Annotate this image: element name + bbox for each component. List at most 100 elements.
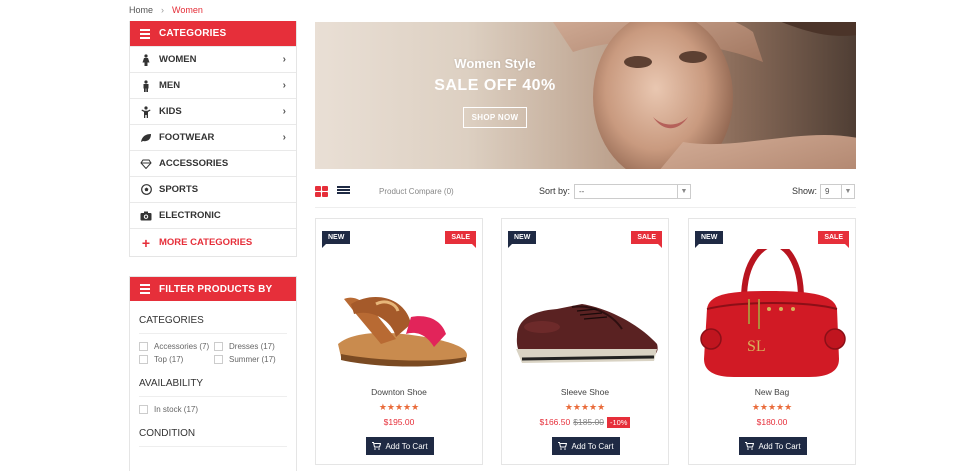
show-select[interactable]: 9 ▼ (820, 184, 855, 199)
category-electronic[interactable]: ELECTRONIC (130, 202, 296, 228)
add-to-cart-button[interactable]: Add To Cart (739, 437, 807, 455)
product-price: $195.00 (316, 417, 482, 427)
checkbox-label: Top (17) (154, 355, 184, 364)
menu-icon (140, 282, 150, 296)
banner-title: SALE OFF 40% (434, 77, 556, 94)
checkbox[interactable] (214, 342, 223, 351)
chevron-down-icon: ▼ (841, 185, 854, 198)
checkbox-accessories[interactable]: Accessories (7) (139, 342, 214, 351)
old-price: $185.00 (573, 417, 604, 427)
price-value: $180.00 (756, 417, 788, 427)
show-label: Show: (792, 186, 818, 196)
breadcrumb-home[interactable]: Home (129, 5, 153, 15)
grid-view-icon[interactable] (315, 186, 328, 197)
promo-banner[interactable]: Women Style SALE OFF 40% SHOP NOW (315, 22, 856, 169)
checkbox-summer[interactable]: Summer (17) (214, 355, 294, 364)
shop-now-button[interactable]: SHOP NOW (462, 107, 528, 128)
checkbox[interactable] (139, 355, 148, 364)
cart-icon (558, 442, 568, 450)
availability-checkboxes: In stock (17) (130, 405, 296, 414)
banner-subtitle: Women Style (454, 56, 536, 71)
chevron-right-icon: › (282, 132, 286, 143)
divider (315, 207, 856, 208)
checkbox-label: Accessories (7) (154, 342, 210, 351)
checkbox-in-stock[interactable]: In stock (17) (139, 405, 214, 414)
product-image[interactable] (502, 249, 668, 379)
product-name[interactable]: Downton Shoe (316, 387, 482, 397)
female-icon (140, 53, 152, 66)
category-label: ACCESSORIES (159, 158, 229, 169)
product-price: $166.50 $185.00 -10% (502, 417, 668, 428)
more-categories-link[interactable]: + MORE CATEGORIES (130, 228, 296, 256)
category-label: WOMEN (159, 54, 197, 65)
breadcrumb: Home › Women (129, 5, 203, 15)
product-card[interactable]: NEW SALE SL New Bag ★★★★★ $180.00 Add To… (688, 218, 856, 465)
rating-stars: ★★★★★ (378, 402, 420, 412)
listing-toolbar: Product Compare (0) Sort by: -- ▼ Show: … (315, 182, 856, 202)
product-compare-link[interactable]: Product Compare (0) (379, 187, 454, 196)
breadcrumb-current: Women (172, 5, 203, 15)
category-checkboxes: Accessories (7) Dresses (17) Top (17) Su… (130, 342, 296, 364)
category-sports[interactable]: SPORTS (130, 176, 296, 202)
category-label: SPORTS (159, 184, 199, 195)
child-icon (140, 105, 152, 118)
new-badge: NEW (322, 231, 351, 248)
camera-icon (140, 210, 152, 222)
filter-availability-title: AVAILABILITY (139, 378, 204, 389)
add-to-cart-label: Add To Cart (571, 441, 614, 451)
categories-header[interactable]: CATEGORIES (130, 21, 296, 46)
category-label: ELECTRONIC (159, 210, 221, 221)
discount-badge: -10% (606, 417, 631, 428)
sale-badge: SALE (631, 231, 662, 248)
divider (139, 396, 287, 397)
sort-label: Sort by: (539, 186, 571, 196)
checkbox-dresses[interactable]: Dresses (17) (214, 342, 294, 351)
banner-text: Women Style SALE OFF 40% SHOP NOW (430, 56, 560, 128)
product-name[interactable]: Sleeve Shoe (502, 387, 668, 397)
checkbox-label: Summer (17) (229, 355, 276, 364)
sort-select[interactable]: -- ▼ (574, 184, 691, 199)
product-name[interactable]: New Bag (689, 387, 855, 397)
rating-stars: ★★★★★ (751, 402, 793, 412)
filter-categories-title: CATEGORIES (139, 315, 204, 326)
checkbox-label: In stock (17) (154, 405, 199, 414)
product-price: $180.00 (689, 417, 855, 427)
checkbox[interactable] (139, 405, 148, 414)
add-to-cart-label: Add To Cart (385, 441, 428, 451)
category-label: KIDS (159, 106, 182, 117)
add-to-cart-button[interactable]: Add To Cart (552, 437, 620, 455)
product-card[interactable]: NEW SALE Sleeve Shoe ★★★★★ $166.50 $185.0… (501, 218, 669, 465)
filter-header: FILTER PRODUCTS BY (130, 277, 296, 301)
checkbox[interactable] (139, 342, 148, 351)
add-to-cart-button[interactable]: Add To Cart (366, 437, 434, 455)
chevron-down-icon: ▼ (677, 185, 690, 198)
new-badge: NEW (508, 231, 537, 248)
list-view-icon[interactable] (337, 186, 350, 197)
category-men[interactable]: MEN › (130, 72, 296, 98)
category-label: FOOTWEAR (159, 132, 215, 143)
chevron-right-icon: › (282, 106, 286, 117)
category-footwear[interactable]: FOOTWEAR › (130, 124, 296, 150)
product-card[interactable]: NEW SALE Downton Shoe ★★★★★ $195.00 Add … (315, 218, 483, 465)
checkbox-label: Dresses (17) (229, 342, 275, 351)
checkbox-top[interactable]: Top (17) (139, 355, 214, 364)
diamond-icon (140, 158, 152, 170)
product-image[interactable] (316, 249, 482, 379)
categories-title: CATEGORIES (159, 28, 227, 39)
filter-condition-title: CONDITION (139, 428, 196, 439)
product-image[interactable]: SL (689, 249, 855, 379)
soccer-ball-icon (140, 184, 152, 196)
menu-icon (140, 27, 150, 41)
sale-badge: SALE (818, 231, 849, 248)
category-kids[interactable]: KIDS › (130, 98, 296, 124)
leaf-icon (140, 132, 152, 144)
cart-icon (372, 442, 382, 450)
rating-stars: ★★★★★ (564, 402, 606, 412)
category-accessories[interactable]: ACCESSORIES (130, 150, 296, 176)
divider (139, 333, 287, 334)
category-label: MEN (159, 80, 181, 91)
category-women[interactable]: WOMEN › (130, 46, 296, 72)
checkbox[interactable] (214, 355, 223, 364)
new-badge: NEW (695, 231, 724, 248)
sort-value: -- (579, 187, 585, 196)
